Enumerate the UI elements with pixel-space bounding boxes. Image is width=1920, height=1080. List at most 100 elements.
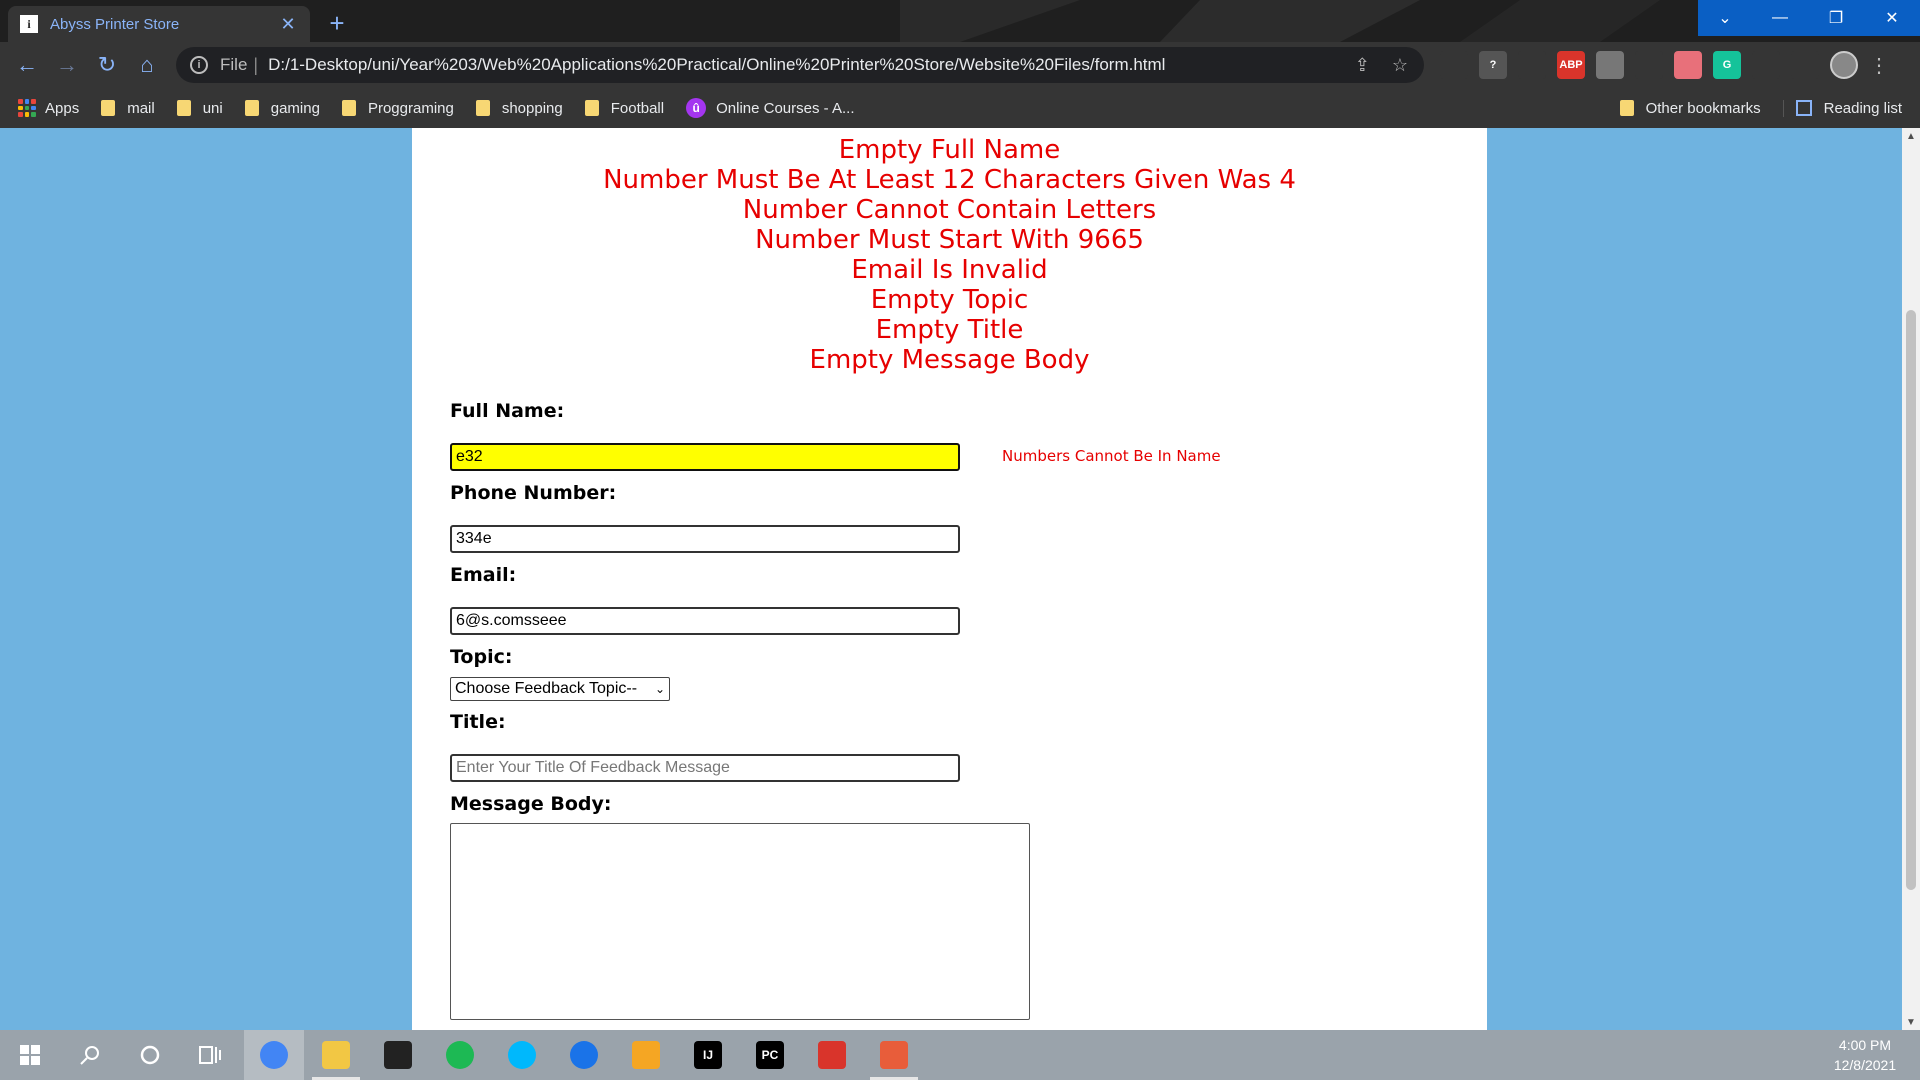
page-viewport: Empty Full Name Number Must Be At Least 1… [0, 128, 1902, 1030]
folder-icon [475, 100, 490, 116]
reload-button[interactable]: ↻ [92, 50, 122, 80]
razer-icon [384, 1041, 412, 1069]
puzzle-icon[interactable] [1791, 51, 1819, 79]
taskbar-app[interactable] [244, 1030, 304, 1080]
taskbar-app[interactable] [306, 1030, 366, 1080]
folder-icon [101, 100, 116, 116]
browser-tab[interactable]: i Abyss Printer Store ✕ [8, 6, 310, 42]
bookmark-folder[interactable]: Proggraming [341, 99, 454, 117]
bookmark-apps[interactable]: Apps [18, 99, 79, 117]
taskbar-app[interactable]: IJ [678, 1030, 738, 1080]
taskbar-app[interactable] [554, 1030, 614, 1080]
bookmark-folder-label: shopping [501, 99, 563, 117]
taskbar-app[interactable] [802, 1030, 862, 1080]
topic-select[interactable]: Choose Feedback Topic-- ⌄ [450, 677, 670, 701]
logitech-icon [508, 1041, 536, 1069]
reading-list-label: Reading list [1823, 99, 1902, 117]
bookmark-folder[interactable]: uni [176, 99, 223, 117]
error-message: Empty Full Name [838, 135, 1061, 165]
taskbar-app[interactable] [864, 1030, 924, 1080]
url-text[interactable]: D:/1-Desktop/uni/Year%203/Web%20Applicat… [268, 55, 1355, 75]
taskbar-app[interactable] [430, 1030, 490, 1080]
title-input[interactable] [450, 754, 960, 782]
clock-time: 4:00 PM [1838, 1037, 1892, 1053]
bookmark-folder-label: Proggraming [367, 99, 454, 117]
taskbar-app[interactable]: PC [740, 1030, 800, 1080]
record-icon[interactable] [1674, 51, 1702, 79]
error-message: Empty Message Body [809, 345, 1090, 375]
site-info-icon[interactable]: i [190, 56, 208, 74]
cube-icon [632, 1041, 660, 1069]
bookmark-folder[interactable]: mail [101, 100, 155, 117]
reading-list-icon [1795, 100, 1812, 116]
error-message: Empty Topic [870, 285, 1029, 315]
error-message: Number Cannot Contain Letters [742, 195, 1157, 225]
bookmark-online-courses[interactable]: û Online Courses - A... [686, 98, 855, 118]
bookmark-star-icon[interactable]: ☆ [1392, 55, 1408, 76]
bookmark-other-bookmarks[interactable]: Other bookmarks [1619, 99, 1761, 117]
page-scrollbar[interactable]: ▲ ▼ [1902, 128, 1920, 1030]
error-message: Number Must Be At Least 12 Characters Gi… [603, 165, 1296, 195]
other-bookmarks-label: Other bookmarks [1645, 99, 1761, 117]
task-view-button[interactable] [180, 1030, 240, 1080]
bookmark-folder[interactable]: Football [584, 99, 665, 117]
maps-pin-icon [570, 1041, 598, 1069]
minimize-button[interactable]: — [1752, 0, 1808, 36]
tab-search-button[interactable]: ⌄ [1698, 0, 1752, 36]
email-input[interactable] [450, 607, 960, 635]
taskbar-app[interactable] [368, 1030, 428, 1080]
cortana-button[interactable] [120, 1030, 180, 1080]
clock-date: 12/8/2021 [1833, 1057, 1897, 1073]
share-icon[interactable]: ⇪ [1355, 55, 1370, 76]
feedback-form-page: Empty Full Name Number Must Be At Least 1… [412, 128, 1487, 1030]
browser-menu-icon[interactable]: ⋮ [1869, 53, 1889, 78]
topic-selected-value: Choose Feedback Topic-- [455, 680, 638, 697]
search-button[interactable] [60, 1030, 120, 1080]
bookmark-folder[interactable]: gaming [244, 99, 320, 117]
apps-grid-icon [18, 99, 36, 117]
phone-number-input[interactable] [450, 525, 960, 553]
taskbar-app[interactable] [492, 1030, 552, 1080]
url-scheme-label: File [220, 55, 248, 74]
title-label: Title: [450, 711, 506, 733]
tab-close-icon[interactable]: ✕ [278, 14, 298, 35]
message-body-textarea[interactable] [450, 823, 1030, 1020]
bookmark-apps-label: Apps [45, 99, 80, 117]
address-bar[interactable]: i File | D:/1-Desktop/uni/Year%203/Web%2… [176, 47, 1424, 83]
search-icon [80, 1046, 99, 1065]
spotify-icon [446, 1041, 474, 1069]
scroll-down-arrow-icon[interactable]: ▼ [1902, 1014, 1920, 1030]
start-button[interactable] [0, 1030, 60, 1080]
adblock-icon[interactable]: ABP [1557, 51, 1585, 79]
chatgpt-icon[interactable] [1440, 51, 1468, 79]
bookmark-folder-label: uni [202, 99, 223, 117]
full-name-input[interactable] [450, 443, 960, 471]
scrollbar-thumb[interactable] [1906, 310, 1916, 890]
system-clock[interactable]: 4:00 PM 12/8/2021 [1820, 1035, 1910, 1075]
grammar-icon[interactable] [1518, 51, 1546, 79]
grammarly-icon[interactable]: G [1713, 51, 1741, 79]
bookmark-folder[interactable]: shopping [475, 99, 563, 117]
acrobat-icon[interactable] [1596, 51, 1624, 79]
error-message: Empty Title [875, 315, 1024, 345]
restore-button[interactable]: ❐ [1808, 0, 1864, 36]
extensions-area: ? ABP G ⋮ [1440, 50, 1889, 80]
forward-button[interactable]: → [52, 50, 82, 80]
new-tab-button[interactable]: + [322, 8, 352, 38]
bookmark-folder-label: Football [610, 99, 665, 117]
bookmark-folder-label: gaming [270, 99, 320, 117]
reader-icon[interactable] [1752, 51, 1780, 79]
taskbar-app[interactable] [616, 1030, 676, 1080]
scroll-up-arrow-icon[interactable]: ▲ [1902, 128, 1920, 144]
home-button[interactable]: ⌂ [132, 50, 162, 80]
email-label: Email: [450, 564, 517, 586]
drive-icon[interactable] [1635, 51, 1663, 79]
browser-titlebar: i Abyss Printer Store ✕ + ⌄ — ❐ ✕ [0, 0, 1920, 42]
help-icon[interactable]: ? [1479, 51, 1507, 79]
back-button[interactable]: ← [12, 50, 42, 80]
close-window-button[interactable]: ✕ [1864, 0, 1920, 36]
profile-avatar[interactable] [1830, 51, 1858, 79]
reading-list-button[interactable]: Reading list [1782, 99, 1902, 117]
tab-favicon-icon: i [20, 15, 38, 33]
message-body-label: Message Body: [450, 793, 612, 815]
